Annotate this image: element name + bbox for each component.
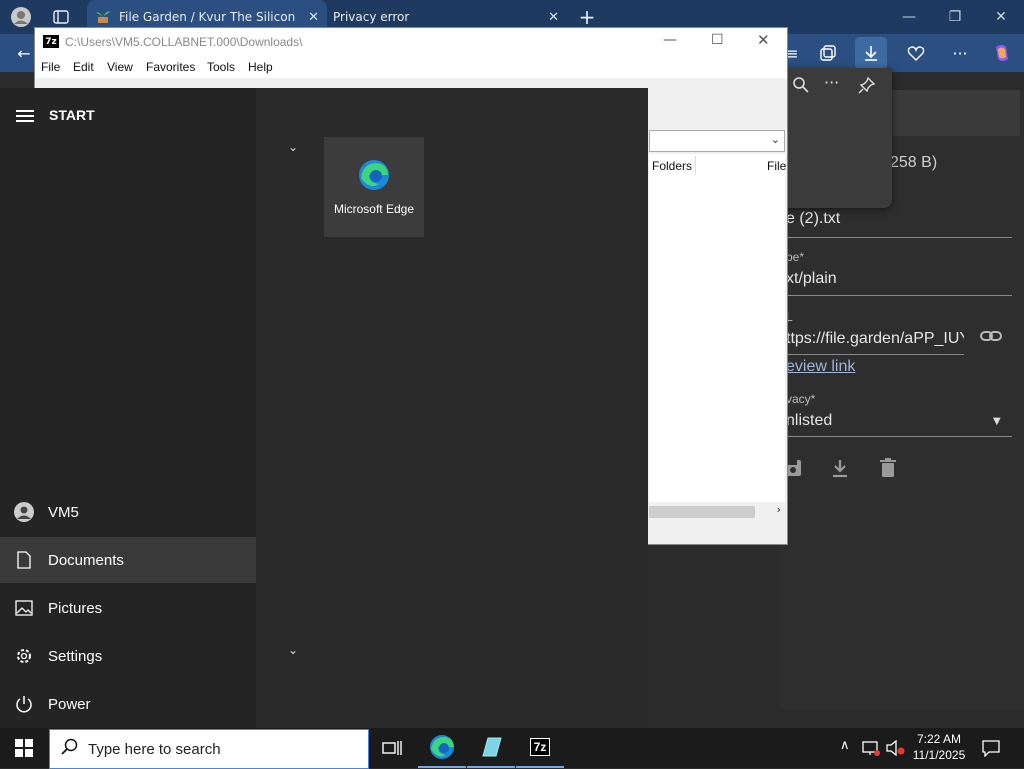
file-list-pane[interactable]: Folders File (649, 154, 786, 504)
start-item-settings[interactable]: Settings (0, 633, 256, 679)
tab-title: File Garden / Kvur The Silicon (119, 10, 296, 24)
menu-edit[interactable]: Edit (73, 60, 94, 74)
show-hidden-icons-icon[interactable]: ∧ (840, 738, 850, 753)
volume-muted-icon[interactable] (886, 739, 906, 760)
windows-start-icon[interactable] (0, 728, 48, 768)
divider (780, 436, 1012, 437)
tab-close-icon[interactable]: ✕ (308, 10, 319, 25)
user-name: VM5 (48, 503, 79, 521)
type-label: pe* (786, 250, 805, 264)
address-combo[interactable]: ⌄ (649, 130, 785, 152)
browser-essentials-icon[interactable] (900, 37, 932, 69)
more-options-icon[interactable]: ··· (944, 37, 976, 69)
more-options-icon[interactable]: ··· (824, 73, 839, 92)
7zip-badge: 7z (529, 738, 551, 756)
url-field[interactable]: ttps://file.garden/aPP_IUY (786, 330, 964, 348)
column-divider (695, 156, 696, 174)
chevron-down-icon[interactable]: ⌄ (771, 133, 780, 146)
start-item-power[interactable]: Power (0, 681, 256, 727)
start-menu-sidebar: START VM5 Documents Pictures Settings Po… (0, 88, 256, 728)
new-tab-button[interactable]: + (576, 5, 598, 29)
divider (780, 295, 1012, 296)
edge-icon (357, 158, 391, 196)
privacy-select[interactable]: nlisted (786, 412, 832, 430)
menu-tools[interactable]: Tools (207, 60, 235, 74)
profile-icon[interactable] (10, 6, 32, 28)
avatar (0, 502, 48, 522)
tile-label: Microsoft Edge (333, 202, 415, 216)
copilot-icon[interactable] (986, 37, 1018, 69)
divider (780, 354, 964, 355)
tile-microsoft-edge[interactable]: Microsoft Edge (324, 137, 424, 237)
start-item-pictures[interactable]: Pictures (0, 585, 256, 631)
taskbar-search[interactable]: Type here to search (49, 729, 369, 769)
close-window-button[interactable]: ✕ (978, 0, 1024, 34)
notifications-icon[interactable] (982, 739, 1000, 761)
column-file[interactable]: File (767, 159, 786, 173)
pin-icon[interactable] (858, 76, 876, 98)
collections-icon[interactable] (812, 37, 844, 69)
plant-icon (95, 8, 111, 27)
start-item-label: Pictures (48, 599, 103, 617)
window-path: C:\Users\VM5.COLLABNET.000\Downloads\ (65, 35, 303, 49)
gear-icon (0, 647, 48, 665)
document-icon (0, 551, 48, 569)
scroll-right-icon[interactable]: › (777, 503, 781, 516)
downloads-icon[interactable] (855, 37, 887, 69)
close-window-button[interactable]: ✕ (757, 31, 770, 49)
file-size: 258 B) (890, 154, 938, 171)
download-icon[interactable] (831, 458, 849, 482)
7zip-menu-bar: File Edit View Favorites Tools Help (35, 56, 787, 78)
link-icon[interactable] (980, 328, 1002, 344)
start-item-label: Power (48, 695, 91, 713)
restore-button[interactable]: ❐ (932, 0, 978, 34)
collapse-group-icon[interactable]: ⌄ (288, 643, 298, 657)
delete-icon[interactable] (879, 458, 897, 482)
clock-time: 7:22 AM (916, 732, 962, 746)
scrollbar-thumb[interactable] (649, 506, 755, 518)
7zip-app-icon: 7z (43, 35, 59, 48)
menu-file[interactable]: File (41, 60, 60, 74)
menu-favorites[interactable]: Favorites (146, 60, 195, 74)
horizontal-scrollbar[interactable]: › (649, 502, 785, 520)
start-item-label: Settings (48, 647, 103, 665)
type-field[interactable]: xt/plain (786, 270, 837, 288)
downloads-flyout: ··· (780, 68, 892, 208)
clock-date: 11/1/2025 (912, 748, 966, 762)
start-header: START (49, 107, 95, 123)
divider (780, 237, 1012, 238)
filename-field[interactable]: e (2).txt (786, 210, 840, 228)
search-placeholder: Type here to search (88, 740, 221, 758)
start-item-label: Documents (48, 551, 124, 569)
menu-help[interactable]: Help (248, 60, 273, 74)
tab-title: Privacy error (333, 10, 410, 24)
search-icon[interactable] (792, 76, 812, 96)
minimize-button[interactable]: — (663, 32, 677, 48)
minimize-button[interactable]: — (886, 0, 932, 34)
taskbar-notepad-icon[interactable] (467, 728, 515, 768)
collapse-group-icon[interactable]: ⌄ (288, 140, 298, 154)
7zip-title-bar: 7z C:\Users\VM5.COLLABNET.000\Downloads\… (35, 28, 787, 56)
task-view-icon[interactable] (368, 728, 416, 768)
maximize-button[interactable]: ☐ (711, 32, 724, 48)
start-item-documents[interactable]: Documents (0, 537, 256, 583)
hamburger-icon[interactable] (16, 108, 34, 127)
privacy-label: vacy* (786, 392, 816, 406)
search-icon (60, 738, 78, 760)
power-icon (0, 695, 48, 713)
tab-actions-icon[interactable] (50, 6, 72, 28)
menu-view[interactable]: View (107, 60, 133, 74)
column-folders[interactable]: Folders (652, 159, 692, 173)
taskbar-edge-icon[interactable] (418, 728, 466, 768)
preview-link[interactable]: eview link (786, 358, 855, 376)
pictures-icon (0, 600, 48, 616)
chevron-down-icon[interactable]: ▼ (993, 416, 1001, 427)
user-account[interactable]: VM5 (0, 489, 256, 535)
clock[interactable]: 7:22 AM 11/1/2025 (905, 731, 973, 763)
tab-close-icon[interactable]: ✕ (548, 10, 559, 25)
taskbar-7zip-icon[interactable]: 7z (516, 728, 564, 768)
network-icon[interactable] (862, 740, 880, 760)
